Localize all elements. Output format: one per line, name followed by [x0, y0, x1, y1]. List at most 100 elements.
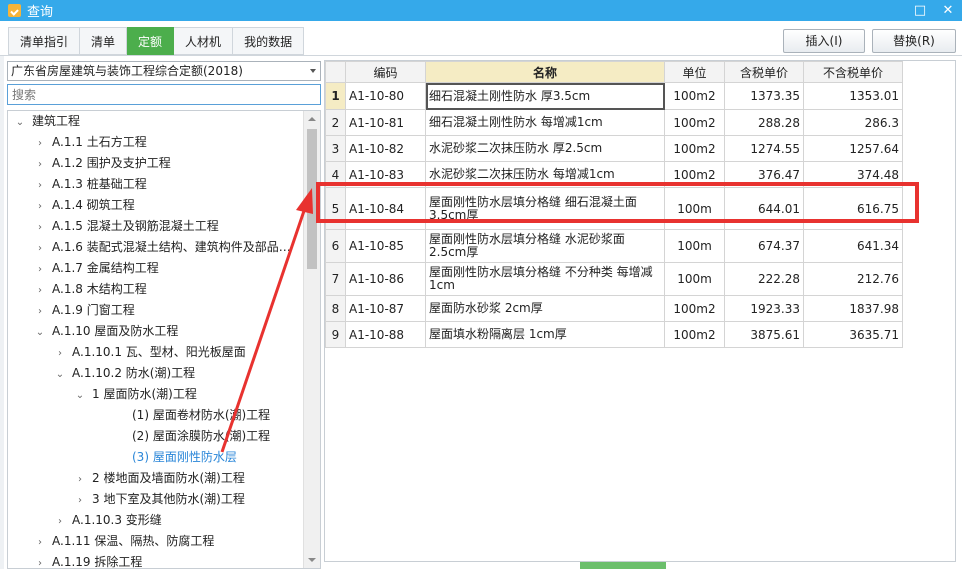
chevron-down-icon[interactable]: ⌄	[34, 322, 46, 343]
grid-row[interactable]: 2 A1-10-81 细石混凝土刚性防水 每增减1cm 100m2 288.28 286.…	[325, 109, 903, 136]
tree-item[interactable]: ⌄ A.1.10 屋面及防水工程	[34, 321, 179, 343]
chevron-right-icon[interactable]: ›	[34, 532, 46, 553]
chevron-right-icon[interactable]: ›	[74, 469, 86, 490]
restore-icon[interactable]: □	[906, 0, 934, 21]
chevron-right-icon[interactable]: ›	[54, 343, 66, 364]
tab-quota[interactable]: 定额	[127, 27, 175, 55]
col-notax-price[interactable]: 不含税单价	[803, 61, 903, 83]
name-cell[interactable]: 屋面防水砂浆 2cm厚	[425, 295, 665, 322]
unit-cell[interactable]: 100m2	[664, 82, 725, 110]
notax-price-cell[interactable]: 212.76	[803, 262, 903, 296]
notax-price-cell[interactable]: 1353.01	[803, 82, 903, 110]
chevron-right-icon[interactable]: ›	[34, 196, 46, 217]
grid-row[interactable]: 1 A1-10-80 细石混凝土刚性防水 厚3.5cm 100m2 1373.35 135…	[325, 82, 903, 110]
tree-scrollbar[interactable]	[303, 111, 320, 568]
tree-item[interactable]: › A.1.5 混凝土及钢筋混凝土工程	[34, 216, 219, 237]
category-tree[interactable]: ⌄ 建筑工程 › A.1.1 土石方工程 › A.1.2 围护及支护工程 › A.1.3 桩基…	[7, 110, 321, 569]
chevron-down-icon[interactable]: ⌄	[14, 112, 26, 133]
replace-button[interactable]: 替换(R)	[872, 29, 956, 53]
tree-item[interactable]: › A.1.4 砌筑工程	[34, 195, 135, 216]
search-input[interactable]	[7, 84, 321, 105]
chevron-right-icon[interactable]: ›	[34, 280, 46, 301]
tree-item[interactable]: › A.1.2 围护及支护工程	[34, 153, 171, 174]
code-cell[interactable]: A1-10-87	[345, 295, 426, 322]
row-number[interactable]: 9	[325, 321, 346, 348]
grid-row[interactable]: 3 A1-10-82 水泥砂浆二次抹压防水 厚2.5cm 100m2 1274.55 12…	[325, 135, 903, 162]
row-number[interactable]: 2	[325, 109, 346, 136]
code-cell[interactable]: A1-10-86	[345, 262, 426, 296]
tree-item[interactable]: › A.1.9 门窗工程	[34, 300, 135, 321]
tab-list[interactable]: 清单	[80, 27, 128, 55]
chevron-right-icon[interactable]: ›	[54, 511, 66, 532]
chevron-right-icon[interactable]: ›	[34, 133, 46, 154]
tree-item[interactable]: › A.1.6 装配式混凝土结构、建筑构件及部品…	[34, 237, 291, 258]
tree-item[interactable]: › A.1.10.3 变形缝	[54, 510, 162, 531]
notax-price-cell[interactable]: 286.3	[803, 109, 903, 136]
name-cell[interactable]: 屋面刚性防水层填分格缝 不分种类 每增减1cm	[425, 262, 665, 296]
grid-row[interactable]: 7 A1-10-86 屋面刚性防水层填分格缝 不分种类 每增减1cm 100m 222.…	[325, 262, 903, 296]
close-icon[interactable]: ✕	[934, 0, 962, 21]
tree-item[interactable]: ⌄ A.1.10.2 防水(潮)工程	[54, 363, 195, 384]
notax-price-cell[interactable]: 3635.71	[803, 321, 903, 348]
chevron-down-icon[interactable]	[310, 69, 316, 73]
chevron-right-icon[interactable]: ›	[34, 175, 46, 196]
tree-item[interactable]: › 2 楼地面及墙面防水(潮)工程	[74, 468, 245, 489]
col-name[interactable]: 名称	[425, 61, 665, 83]
bottom-splitter-handle[interactable]	[580, 562, 666, 569]
notax-price-cell[interactable]: 641.34	[803, 229, 903, 263]
chevron-right-icon[interactable]: ›	[34, 154, 46, 175]
chevron-right-icon[interactable]: ›	[34, 217, 46, 238]
tree-item[interactable]: ⌄ 1 屋面防水(潮)工程	[74, 384, 197, 405]
chevron-right-icon[interactable]: ›	[34, 238, 46, 259]
col-unit[interactable]: 单位	[664, 61, 725, 83]
chevron-right-icon[interactable]: ›	[34, 301, 46, 322]
unit-cell[interactable]: 100m	[664, 262, 725, 296]
notax-price-cell[interactable]: 1257.64	[803, 135, 903, 162]
code-cell[interactable]: A1-10-85	[345, 229, 426, 263]
unit-cell[interactable]: 100m2	[664, 295, 725, 322]
tax-price-cell[interactable]: 222.28	[724, 262, 804, 296]
tab-materials[interactable]: 人材机	[174, 27, 234, 55]
code-cell[interactable]: A1-10-80	[345, 82, 426, 110]
col-tax-price[interactable]: 含税单价	[724, 61, 804, 83]
tax-price-cell[interactable]: 3875.61	[724, 321, 804, 348]
chevron-right-icon[interactable]: ›	[34, 259, 46, 280]
name-cell[interactable]: 水泥砂浆二次抹压防水 厚2.5cm	[425, 135, 665, 162]
tree-item[interactable]: › 3 地下室及其他防水(潮)工程	[74, 489, 245, 510]
tree-item[interactable]: › A.1.3 桩基础工程	[34, 174, 147, 195]
insert-button[interactable]: 插入(I)	[783, 29, 865, 53]
quota-library-select[interactable]: 广东省房屋建筑与装饰工程综合定额(2018)	[7, 61, 321, 81]
tab-my-data[interactable]: 我的数据	[233, 27, 305, 55]
tax-price-cell[interactable]: 674.37	[724, 229, 804, 263]
name-cell[interactable]: 细石混凝土刚性防水 厚3.5cm	[425, 82, 665, 110]
tax-price-cell[interactable]: 288.28	[724, 109, 804, 136]
name-cell[interactable]: 屋面刚性防水层填分格缝 水泥砂浆面 2.5cm厚	[425, 229, 665, 263]
row-number[interactable]: 7	[325, 262, 346, 296]
chevron-down-icon[interactable]: ⌄	[54, 364, 66, 385]
scroll-up-icon[interactable]	[308, 117, 316, 121]
tree-item[interactable]: ⌄ 建筑工程	[14, 111, 80, 132]
tree-item[interactable]: (2) 屋面涂膜防水(潮)工程	[114, 426, 270, 447]
grid-row[interactable]: 8 A1-10-87 屋面防水砂浆 2cm厚 100m2 1923.33 1837.98	[325, 295, 903, 322]
grid-row[interactable]: 9 A1-10-88 屋面填水粉隔离层 1cm厚 100m2 3875.61 3635.7…	[325, 321, 903, 348]
tree-item[interactable]: (1) 屋面卷材防水(潮)工程	[114, 405, 270, 426]
unit-cell[interactable]: 100m2	[664, 321, 725, 348]
tax-price-cell[interactable]: 1923.33	[724, 295, 804, 322]
tree-item[interactable]: › A.1.19 拆除工程	[34, 552, 142, 568]
scroll-down-icon[interactable]	[308, 558, 316, 562]
name-cell[interactable]: 细石混凝土刚性防水 每增减1cm	[425, 109, 665, 136]
grid-row[interactable]: 6 A1-10-85 屋面刚性防水层填分格缝 水泥砂浆面 2.5cm厚 100m 674…	[325, 229, 903, 263]
unit-cell[interactable]: 100m2	[664, 109, 725, 136]
code-cell[interactable]: A1-10-81	[345, 109, 426, 136]
code-cell[interactable]: A1-10-88	[345, 321, 426, 348]
tree-item[interactable]: › A.1.8 木结构工程	[34, 279, 147, 300]
chevron-down-icon[interactable]: ⌄	[74, 385, 86, 406]
tax-price-cell[interactable]: 1373.35	[724, 82, 804, 110]
tax-price-cell[interactable]: 1274.55	[724, 135, 804, 162]
code-cell[interactable]: A1-10-82	[345, 135, 426, 162]
tab-list-guide[interactable]: 清单指引	[8, 27, 81, 55]
tree-item[interactable]: (3) 屋面刚性防水层	[114, 447, 237, 468]
notax-price-cell[interactable]: 1837.98	[803, 295, 903, 322]
row-number[interactable]: 1	[325, 82, 346, 110]
name-cell[interactable]: 屋面填水粉隔离层 1cm厚	[425, 321, 665, 348]
